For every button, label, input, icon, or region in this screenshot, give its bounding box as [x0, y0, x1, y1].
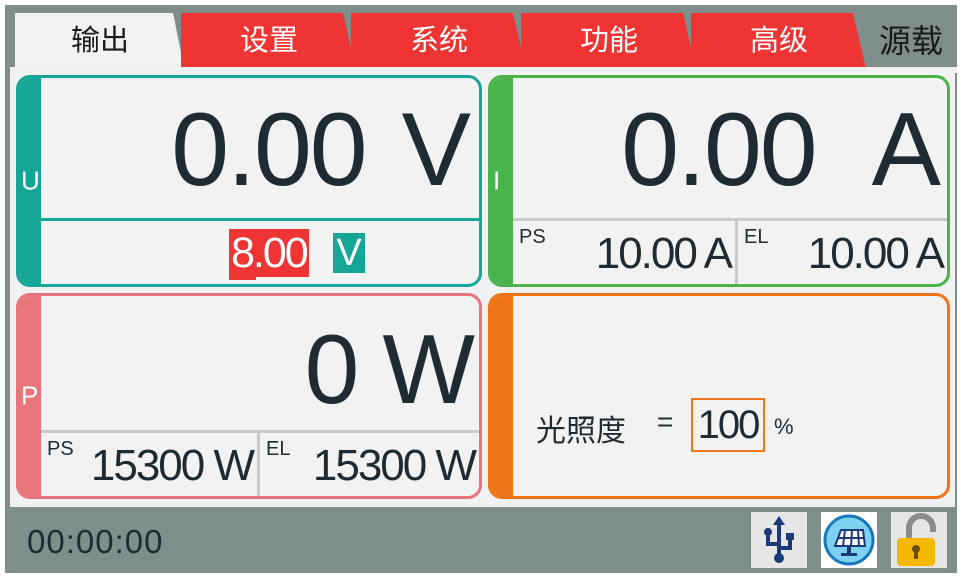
mode-label: 源载 [878, 23, 943, 59]
power-el-label: EL [266, 438, 291, 460]
unlock-icon[interactable] [891, 512, 947, 568]
current-value: 0.00 [621, 92, 817, 208]
current-strip: I [491, 78, 513, 284]
voltage-readout: 0.00 V [171, 98, 471, 202]
voltage-setpoint-field[interactable]: 8.00 [229, 229, 309, 277]
power-ps-cell[interactable]: PS 15300 W [41, 433, 260, 496]
current-el-cell[interactable]: EL 10.00 A [738, 221, 947, 284]
current-ps-label: PS [519, 226, 546, 248]
irradiance-input[interactable]: 100 [691, 398, 765, 452]
tab-functions[interactable]: 功能 [521, 13, 697, 73]
power-strip: P [19, 296, 41, 496]
current-limits-row: PS 10.00 A EL 10.00 A [513, 218, 947, 284]
device-screen: 输出 设置 系统 功能 高级 源载 U 0.00 V 8.00 V I 0.00 A [5, 5, 957, 573]
current-ps-cell[interactable]: PS 10.00 A [513, 221, 738, 284]
voltage-setpoint-cursor [229, 277, 256, 280]
current-el-value: 10.00 A [807, 229, 945, 278]
irradiance-equals: = [657, 406, 674, 437]
tab-settings[interactable]: 设置 [181, 13, 357, 73]
irradiance-label: 光照度 [536, 415, 626, 448]
elapsed-time: 00:00:00 [27, 523, 164, 560]
power-panel[interactable]: P 0 W PS 15300 W EL 15300 W [16, 293, 482, 499]
irradiance-panel[interactable]: 光照度 = 100 % [488, 293, 950, 499]
power-limits-row: PS 15300 W EL 15300 W [41, 430, 479, 496]
current-readout: 0.00 A [621, 98, 941, 202]
tab-system[interactable]: 系统 [351, 13, 527, 73]
power-ps-value: 15300 W [90, 441, 255, 490]
power-el-value: 15300 W [312, 441, 477, 490]
voltage-unit: V [401, 92, 471, 208]
solar-panel-icon[interactable] [821, 512, 877, 568]
power-el-cell[interactable]: EL 15300 W [260, 433, 479, 496]
voltage-setpoint-unit: V [333, 233, 365, 273]
usb-icon[interactable] [751, 512, 807, 568]
tab-advanced[interactable]: 高级 [691, 13, 867, 73]
voltage-value: 0.00 [171, 92, 367, 208]
voltage-strip: U [19, 78, 41, 284]
current-ps-value: 10.00 A [595, 229, 733, 278]
voltage-panel[interactable]: U 0.00 V 8.00 V [16, 75, 482, 287]
main-panel-area: U 0.00 V 8.00 V I 0.00 A PS 10.00 A EL 1… [10, 67, 955, 507]
irradiance-unit: % [774, 414, 794, 439]
current-panel[interactable]: I 0.00 A PS 10.00 A EL 10.00 A [488, 75, 950, 287]
current-unit: A [871, 92, 941, 208]
voltage-setpoint-row: 8.00 V [41, 218, 479, 284]
tab-output[interactable]: 输出 [15, 13, 185, 73]
power-ps-label: PS [47, 438, 74, 460]
power-value: 0 W [304, 314, 475, 424]
current-el-label: EL [744, 226, 769, 248]
irradiance-strip [491, 296, 513, 496]
